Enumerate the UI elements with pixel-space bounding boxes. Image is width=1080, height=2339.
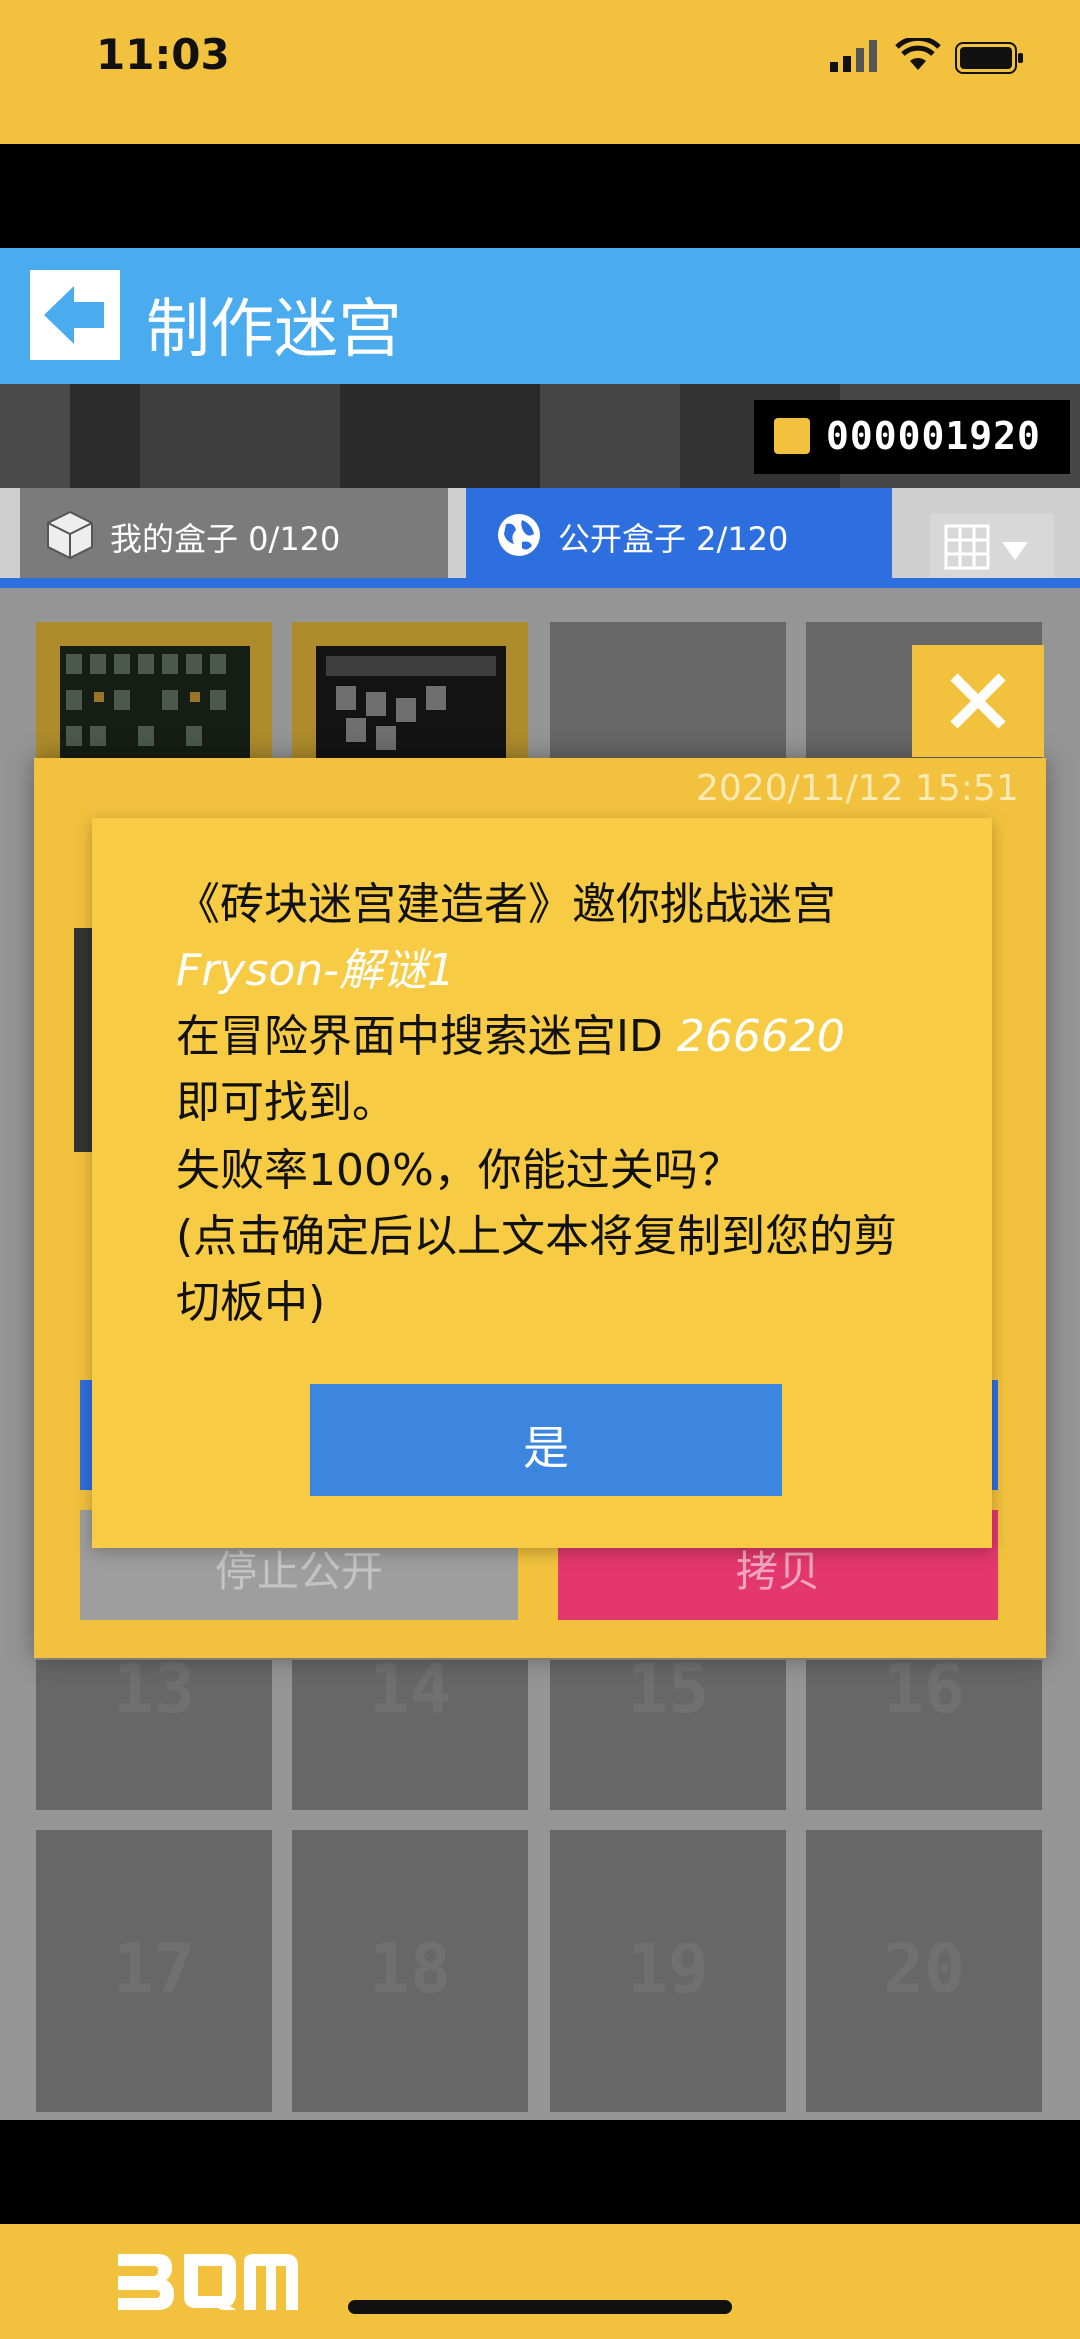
upload-date: 2020/11/12 15:51 (696, 768, 1019, 809)
status-time: 11:03 (96, 30, 230, 79)
back-button[interactable] (30, 270, 120, 360)
dialog-line-clipboard: 切板中) (176, 1277, 326, 1328)
cube-icon (47, 510, 93, 560)
dialog-line-find: 即可找到。 (176, 1077, 396, 1128)
back-arrow-icon (44, 286, 104, 344)
dialog-line-search: 在冒险界面中搜索迷宫ID 266620 (176, 1011, 845, 1062)
confirm-label: 是 (523, 1421, 569, 1475)
tab-public-boxes-label: 公开盒子 2/120 (558, 520, 789, 558)
tab-underline (0, 578, 1080, 588)
dialog-line-invite: 《砖块迷宫建造者》邀你挑战迷宫 (176, 879, 836, 930)
dialog-maze-id: 266620 (676, 1011, 845, 1062)
grid-view-button[interactable] (930, 514, 1054, 580)
page-title: 制作迷宫 (146, 293, 402, 367)
tab-my-boxes-label: 我的盒子 0/120 (110, 520, 341, 558)
letterbox-bottom (0, 2120, 1080, 2224)
close-icon (950, 673, 1006, 729)
coin-value: 000001920 (826, 414, 1041, 458)
maze-preview (74, 928, 92, 1152)
grid-dropdown-icon (944, 524, 1028, 570)
letterbox-top (0, 144, 1080, 248)
dialog-maze-name: Fryson-解谜1 (176, 945, 456, 996)
tab-my-boxes[interactable]: 我的盒子 0/120 (20, 488, 448, 578)
battery-icon (955, 42, 1023, 74)
close-button[interactable] (912, 645, 1044, 757)
wifi-icon (895, 38, 941, 70)
dialog-line-failrate: 失败率100%，你能过关吗？ (176, 1145, 742, 1196)
dialog-line-copy-note: (点击确定后以上文本将复制到您的剪 (176, 1211, 898, 1262)
globe-icon (498, 514, 540, 556)
tab-public-boxes[interactable]: 公开盒子 2/120 (466, 488, 892, 578)
home-indicator[interactable] (348, 2300, 732, 2314)
bqm-logo (118, 2254, 298, 2310)
coin-icon (774, 418, 810, 454)
confirm-button[interactable]: 是 (310, 1384, 782, 1496)
signal-icon (830, 40, 877, 72)
